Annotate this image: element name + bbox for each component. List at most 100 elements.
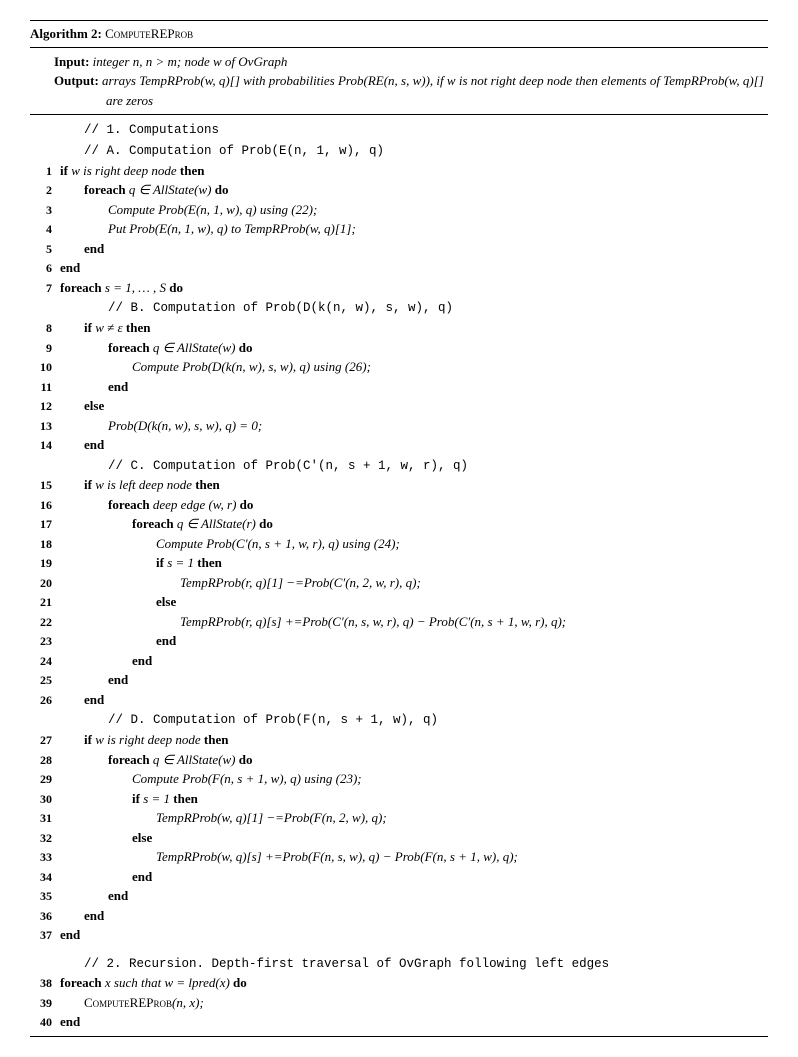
line-number: 5 <box>30 239 58 258</box>
comment-line: // D. Computation of Prob(F(n, s + 1, w)… <box>30 709 768 730</box>
line-number: 9 <box>30 338 58 357</box>
line-number: 12 <box>30 396 58 415</box>
input-label: Input: <box>54 54 89 69</box>
code-line: 16 foreach deep edge (w, r) do <box>30 495 768 515</box>
code-line: 34 end <box>30 867 768 887</box>
line-number: 38 <box>30 973 58 992</box>
io-block: Input: integer n, n > m; node w of OvGra… <box>30 48 768 116</box>
line-number: 10 <box>30 357 58 376</box>
output-text: arrays TempRProb(w, q)[] with probabilit… <box>102 73 764 108</box>
code-line: 17 foreach q ∈ AllState(r) do <box>30 514 768 534</box>
line-number: 27 <box>30 730 58 749</box>
line-number: 24 <box>30 651 58 670</box>
code-line: 10 Compute Prob(D(k(n, w), s, w), q) usi… <box>30 357 768 377</box>
code-line: 38 foreach x such that w = lpred(x) do <box>30 973 768 993</box>
comment-text: // B. Computation of Prob(D(k(n, w), s, … <box>108 301 453 315</box>
comment-text: // C. Computation of Prob(C′(n, s + 1, w… <box>108 459 468 473</box>
comment-text: // D. Computation of Prob(F(n, s + 1, w)… <box>108 713 438 727</box>
comment-text: // 2. Recursion. Depth-first traversal o… <box>84 957 609 971</box>
line-number: 19 <box>30 553 58 572</box>
code-line: 25 end <box>30 670 768 690</box>
line-number: 28 <box>30 750 58 769</box>
code-line: 21 else <box>30 592 768 612</box>
comment-line: // C. Computation of Prob(C′(n, s + 1, w… <box>30 455 768 476</box>
code-line: 9 foreach q ∈ AllState(w) do <box>30 338 768 358</box>
line-number: 25 <box>30 670 58 689</box>
line-number: 30 <box>30 789 58 808</box>
comment-text: // A. Computation of Prob(E(n, 1, w), q) <box>84 144 384 158</box>
code-line: 2 foreach q ∈ AllState(w) do <box>30 180 768 200</box>
line-number: 6 <box>30 258 58 277</box>
input-line: Input: integer n, n > m; node w of OvGra… <box>54 52 768 72</box>
comment-line: // A. Computation of Prob(E(n, 1, w), q) <box>30 140 768 161</box>
code-line: 14 end <box>30 435 768 455</box>
code-line: 28 foreach q ∈ AllState(w) do <box>30 750 768 770</box>
line-number: 13 <box>30 416 58 435</box>
code-line: 36 end <box>30 906 768 926</box>
line-number: 17 <box>30 514 58 533</box>
code-line: 26 end <box>30 690 768 710</box>
algorithm-header: Algorithm 2: ComputeREProb <box>30 20 768 48</box>
code-line: 15 if w is left deep node then <box>30 475 768 495</box>
code-line: 39 ComputeREProb(n, x); <box>30 993 768 1013</box>
line-number: 1 <box>30 161 58 180</box>
line-number: 31 <box>30 808 58 827</box>
comment-text: // 1. Computations <box>82 121 768 140</box>
line-number: 34 <box>30 867 58 886</box>
code-line: 33 TempRProb(w, q)[s] +=Prob(F(n, s, w),… <box>30 847 768 867</box>
code-line: 5 end <box>30 239 768 259</box>
line-number: 22 <box>30 612 58 631</box>
output-label: Output: <box>54 73 99 88</box>
output-line: Output: arrays TempRProb(w, q)[] with pr… <box>54 71 768 110</box>
code-line: 19 if s = 1 then <box>30 553 768 573</box>
line-number: 23 <box>30 631 58 650</box>
code-line: 7 foreach s = 1, … , S do <box>30 278 768 298</box>
code-line: 27 if w is right deep node then <box>30 730 768 750</box>
line-number: 32 <box>30 828 58 847</box>
line-number: 7 <box>30 278 58 297</box>
code-line: 37 end <box>30 925 768 945</box>
line-number: 39 <box>30 993 58 1012</box>
code-line: 23 end <box>30 631 768 651</box>
algorithm-body: // 1. Computations // A. Computation of … <box>30 115 768 1037</box>
line-number: 29 <box>30 769 58 788</box>
code-line: 8 if w ≠ ε then <box>30 318 768 338</box>
code-line: 13 Prob(D(k(n, w), s, w), q) = 0; <box>30 416 768 436</box>
comment-line: // 1. Computations <box>30 121 768 140</box>
input-text: integer n, n > m; node w of OvGraph <box>93 54 288 69</box>
line-number: 37 <box>30 925 58 944</box>
line-number: 11 <box>30 377 58 396</box>
line-number: 8 <box>30 318 58 337</box>
line-number: 2 <box>30 180 58 199</box>
line-number: 16 <box>30 495 58 514</box>
line-number: 15 <box>30 475 58 494</box>
line-number: 36 <box>30 906 58 925</box>
line-number: 26 <box>30 690 58 709</box>
code-line: 30 if s = 1 then <box>30 789 768 809</box>
code-line: 6 end <box>30 258 768 278</box>
comment-line: // B. Computation of Prob(D(k(n, w), s, … <box>30 297 768 318</box>
code-line: 32 else <box>30 828 768 848</box>
line-number: 40 <box>30 1012 58 1031</box>
comment-line: // 2. Recursion. Depth-first traversal o… <box>30 953 768 974</box>
code-line: 20 TempRProb(r, q)[1] −=Prob(C′(n, 2, w,… <box>30 573 768 593</box>
code-line: 12 else <box>30 396 768 416</box>
line-number: 21 <box>30 592 58 611</box>
code-line: 4 Put Prob(E(n, 1, w), q) to TempRProb(w… <box>30 219 768 239</box>
line-number: 3 <box>30 200 58 219</box>
code-line: 24 end <box>30 651 768 671</box>
line-number: 35 <box>30 886 58 905</box>
code-line: 22 TempRProb(r, q)[s] +=Prob(C′(n, s, w,… <box>30 612 768 632</box>
code-line: 31 TempRProb(w, q)[1] −=Prob(F(n, 2, w),… <box>30 808 768 828</box>
line-number: 20 <box>30 573 58 592</box>
line-number: 14 <box>30 435 58 454</box>
code-line: 1 if w is right deep node then <box>30 161 768 181</box>
code-line: 3 Compute Prob(E(n, 1, w), q) using (22)… <box>30 200 768 220</box>
code-line: 35 end <box>30 886 768 906</box>
algorithm-name: ComputeREProb <box>105 26 193 41</box>
code-line: 29 Compute Prob(F(n, s + 1, w), q) using… <box>30 769 768 789</box>
code-line: 18 Compute Prob(C′(n, s + 1, w, r), q) u… <box>30 534 768 554</box>
line-number: 33 <box>30 847 58 866</box>
line-number: 4 <box>30 219 58 238</box>
line-number: 18 <box>30 534 58 553</box>
